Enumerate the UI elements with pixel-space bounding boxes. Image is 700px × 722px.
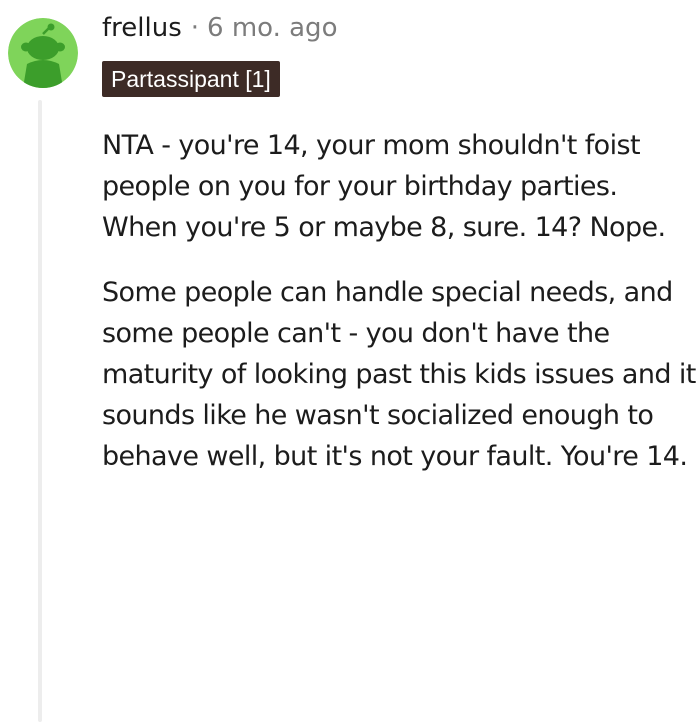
user-avatar[interactable] [8, 18, 78, 88]
meta-separator: · [190, 13, 200, 43]
comment-meta: frellus · 6 mo. ago [102, 10, 337, 46]
author-username[interactable]: frellus [102, 13, 182, 43]
comment-body: NTA - you're 14, your mom shouldn't fois… [102, 125, 700, 501]
user-flair-badge: Partassipant [1] [102, 61, 280, 97]
comment-paragraph: NTA - you're 14, your mom shouldn't fois… [102, 130, 666, 243]
thread-collapse-line[interactable] [38, 100, 42, 722]
comment-paragraph: Some people can handle special needs, an… [102, 277, 696, 472]
comment-timestamp[interactable]: 6 mo. ago [207, 13, 337, 43]
snoo-avatar-icon [8, 18, 78, 88]
